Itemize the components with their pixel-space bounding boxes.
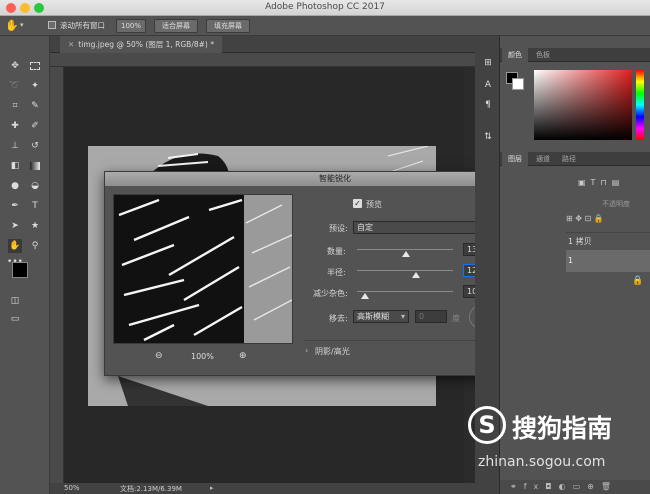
zoom-100-button[interactable]: 100%: [116, 19, 146, 33]
angle-unit: 度: [452, 314, 460, 323]
move-tool-icon[interactable]: ✥: [8, 59, 22, 73]
radius-slider-thumb[interactable]: [412, 272, 420, 278]
tab-swatches[interactable]: 色板: [530, 48, 556, 62]
screen-mode-icon[interactable]: ▭: [8, 312, 22, 326]
horizontal-ruler: [50, 53, 475, 67]
fill-screen-button[interactable]: 填充屏幕: [206, 19, 250, 33]
preview-zoom-value: 100%: [191, 352, 214, 361]
scroll-all-label: 滚动所有窗口: [60, 21, 105, 30]
brush-tool-icon[interactable]: ✐: [28, 119, 42, 133]
blur-tool-icon[interactable]: ●: [8, 179, 22, 193]
clone-stamp-tool-icon[interactable]: ⊥: [8, 139, 22, 153]
color-panel-tabs: 颜色 色板: [500, 48, 650, 62]
zoom-tool-icon[interactable]: ⚲: [28, 239, 42, 253]
hand-tool-icon[interactable]: ✋: [5, 19, 19, 32]
lock-icons[interactable]: ⊞ ✥ ⊡ 🔒: [566, 214, 604, 223]
preview-checkbox[interactable]: ✓: [353, 199, 362, 208]
color-field[interactable]: [534, 70, 632, 140]
options-bar: ✋ ▾ 滚动所有窗口 100% 适合屏幕 填充屏幕: [0, 16, 650, 36]
opacity-label: 不透明度: [602, 200, 630, 208]
title-bar: Adobe Photoshop CC 2017: [0, 0, 650, 16]
type-tool-icon[interactable]: T: [28, 199, 42, 213]
paragraph-icon[interactable]: ¶: [481, 98, 495, 112]
chevron-right-icon[interactable]: ›: [305, 346, 308, 355]
document-tab-bar: ✕ timg.jpeg @ 50% (图层 1, RGB/8#) *: [50, 36, 475, 53]
app-title: Adobe Photoshop CC 2017: [265, 2, 385, 12]
document-tab[interactable]: ✕ timg.jpeg @ 50% (图层 1, RGB/8#) *: [60, 36, 222, 53]
magic-wand-tool-icon[interactable]: ✦: [28, 79, 42, 93]
hand-tool-icon[interactable]: ✋: [8, 239, 22, 253]
layer-filter-icons[interactable]: ▣T⊓▤: [578, 178, 624, 187]
zoom-in-icon[interactable]: ⊕: [239, 351, 247, 361]
tab-layers[interactable]: 图层: [502, 152, 528, 166]
remove-select[interactable]: 高斯模糊 ▾: [353, 310, 409, 323]
remove-label: 移去:: [329, 314, 348, 323]
dialog-preview-image[interactable]: [113, 194, 293, 344]
preview-label: 预览: [366, 200, 382, 209]
close-tab-icon[interactable]: ✕: [68, 40, 74, 49]
document-tab-label: timg.jpeg @ 50% (图层 1, RGB/8#) *: [78, 40, 214, 49]
remove-value: 高斯模糊: [357, 312, 389, 321]
eraser-tool-icon[interactable]: ◧: [8, 159, 22, 173]
color-bg-swatch[interactable]: [512, 78, 524, 90]
layers-panel-tabs: 图层 通道 路径: [500, 152, 650, 166]
chevron-down-icon: ▾: [400, 312, 405, 321]
radius-label: 半径:: [327, 268, 346, 277]
shadow-highlight-section[interactable]: 阴影/高光: [315, 346, 350, 357]
amount-slider-thumb[interactable]: [402, 251, 410, 257]
gradient-tool-icon[interactable]: [28, 159, 42, 173]
amount-label: 数量:: [327, 247, 346, 256]
noise-slider-thumb[interactable]: [361, 293, 369, 299]
zoom-out-icon[interactable]: ⊖: [155, 351, 163, 361]
sogou-logo-icon: S: [468, 406, 506, 444]
shape-tool-icon[interactable]: ★: [28, 219, 42, 233]
amount-slider-track[interactable]: [357, 249, 453, 250]
healing-brush-tool-icon[interactable]: ✚: [8, 119, 22, 133]
layer-one-name: 1: [568, 256, 574, 265]
noise-slider-track[interactable]: [357, 291, 453, 292]
watermark-brand: 搜狗指南: [512, 414, 613, 443]
layer-row-copy[interactable]: 1 拷贝: [566, 232, 650, 250]
crop-tool-icon[interactable]: ⌗: [8, 99, 22, 113]
lasso-tool-icon[interactable]: ➰: [8, 79, 22, 93]
vertical-ruler: [50, 67, 64, 483]
layer-row-selected[interactable]: 1: [566, 250, 650, 272]
eyedropper-tool-icon[interactable]: ✎: [28, 99, 42, 113]
preset-value: 自定: [357, 223, 373, 232]
scroll-all-checkbox[interactable]: [48, 21, 56, 29]
layer-lock-icon: 🔒: [632, 276, 644, 286]
quick-mask-icon[interactable]: ◫: [8, 294, 22, 308]
marquee-tool-icon[interactable]: [28, 59, 42, 73]
preset-label: 预设:: [329, 224, 348, 233]
status-bar: 50% 文档:2.13M/6.39M ▸: [50, 483, 475, 494]
properties-icon[interactable]: ⇅: [481, 130, 495, 144]
reduce-noise-label: 减少杂色:: [313, 289, 348, 298]
fit-screen-button[interactable]: 适合屏幕: [154, 19, 198, 33]
libraries-icon[interactable]: ⊞: [481, 56, 495, 70]
radius-slider-track[interactable]: [357, 270, 453, 271]
character-icon[interactable]: A: [481, 78, 495, 92]
tab-paths[interactable]: 路径: [556, 152, 582, 166]
status-doc-size: 文档:2.13M/6.39M: [120, 485, 182, 493]
path-selection-tool-icon[interactable]: ➤: [8, 219, 22, 233]
angle-input[interactable]: 0: [415, 310, 447, 323]
status-zoom[interactable]: 50%: [64, 484, 80, 492]
tools-panel: ✥ ➰ ✦ ⌗ ✎ ✚ ✐ ⊥ ↺ ◧ ● ◒ ✒ T ➤ ★ ✋ ⚲ ••• …: [0, 36, 50, 494]
dodge-tool-icon[interactable]: ◒: [28, 179, 42, 193]
foreground-color-swatch[interactable]: [12, 262, 28, 278]
tab-color[interactable]: 颜色: [502, 48, 528, 62]
chevron-down-icon[interactable]: ▾: [20, 21, 24, 29]
watermark-url: zhinan.sogou.com: [478, 454, 606, 470]
layer-copy-name: 1 拷贝: [568, 237, 592, 246]
tab-channels[interactable]: 通道: [530, 152, 556, 166]
pen-tool-icon[interactable]: ✒: [8, 199, 22, 213]
hue-slider[interactable]: [636, 70, 644, 140]
history-brush-tool-icon[interactable]: ↺: [28, 139, 42, 153]
watermark: S 搜狗指南 zhinan.sogou.com: [468, 404, 650, 486]
status-menu-arrow-icon[interactable]: ▸: [210, 484, 214, 492]
